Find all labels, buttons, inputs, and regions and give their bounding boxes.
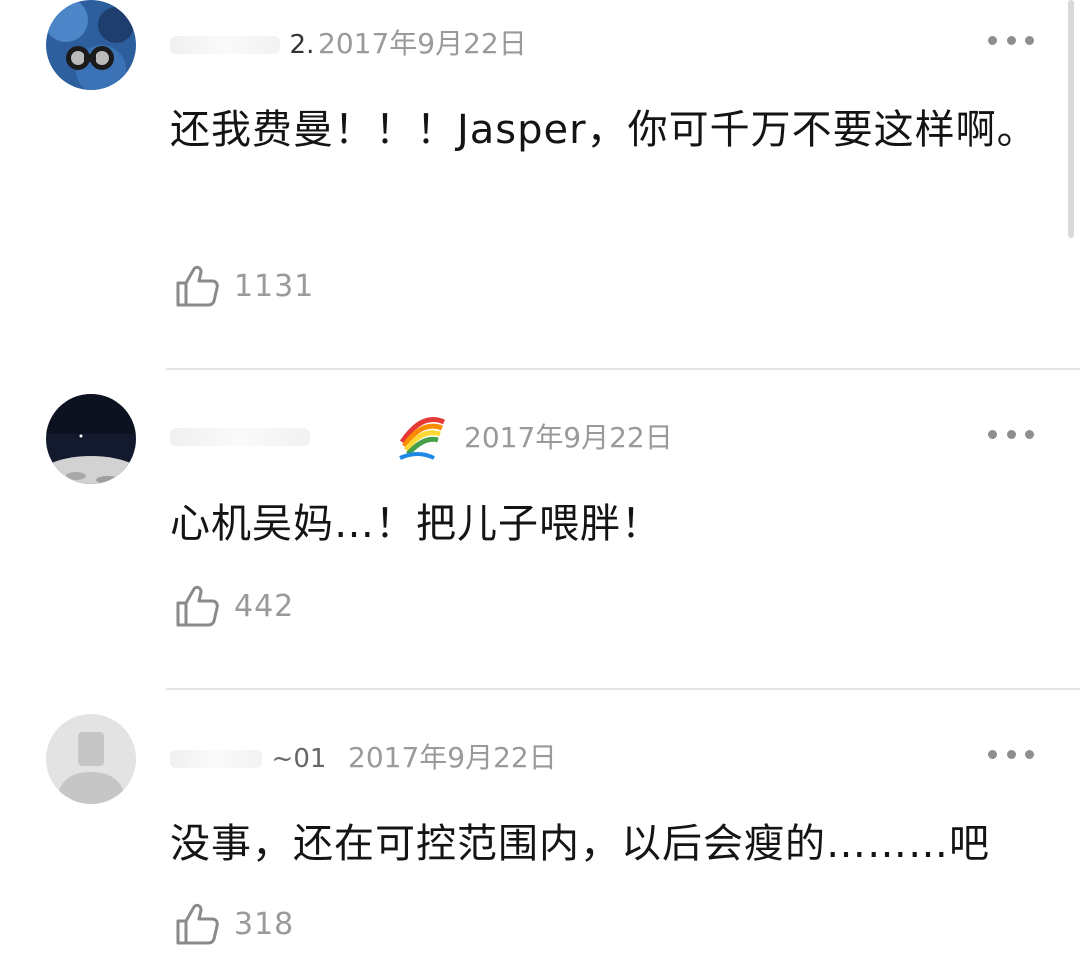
rainbow-badge-icon (398, 412, 446, 466)
more-options-button[interactable] (988, 32, 1034, 48)
username-redacted (170, 35, 280, 54)
username-fragment: ~01 (271, 744, 327, 774)
like-count: 1131 (234, 268, 315, 304)
timestamp: 2017年9月22日 (348, 741, 557, 774)
comment-text: 没事，还在可控范围内，以后会瘦的………吧 (170, 821, 990, 867)
comment-text: 还我费曼！！！Jasper，你可千万不要这样啊。 (170, 107, 1038, 153)
divider (166, 688, 1080, 690)
comment-item: 2017年9月22日 心机吴妈…！把儿子喂胖！ 442 (0, 392, 1080, 688)
like-button[interactable]: 442 (174, 582, 294, 630)
username-redacted (170, 427, 310, 446)
thumbs-up-icon (176, 265, 219, 307)
username-fragment: 2. (289, 30, 315, 60)
avatar[interactable] (46, 714, 136, 804)
avatar[interactable] (46, 394, 136, 484)
like-button[interactable]: 318 (174, 900, 294, 948)
thumbs-up-icon (176, 903, 219, 945)
timestamp: 2017年9月22日 (464, 421, 673, 454)
more-horizontal-icon (988, 749, 997, 759)
thumbs-up-icon (176, 585, 219, 627)
like-count: 442 (234, 588, 295, 624)
comment-item: ~01 2017年9月22日 没事，还在可控范围内，以后会瘦的………吧 318 (0, 712, 1080, 964)
divider (166, 368, 1080, 370)
more-options-button[interactable] (988, 426, 1034, 442)
timestamp: 2017年9月22日 (318, 27, 527, 60)
more-horizontal-icon (988, 35, 997, 45)
like-count: 318 (234, 906, 295, 942)
username-redacted (170, 749, 262, 768)
like-button[interactable]: 1131 (174, 262, 314, 310)
avatar[interactable] (46, 0, 136, 90)
username[interactable]: ~01 (170, 738, 326, 778)
username[interactable] (170, 416, 310, 456)
comment-item: 2. 2017年9月22日 还我费曼！！！Jasper，你可千万不要这样啊。 1… (0, 0, 1080, 370)
more-horizontal-icon (988, 429, 997, 439)
more-options-button[interactable] (988, 746, 1034, 762)
comment-text: 心机吴妈…！把儿子喂胖！ (170, 501, 662, 547)
username[interactable]: 2. (170, 24, 314, 64)
